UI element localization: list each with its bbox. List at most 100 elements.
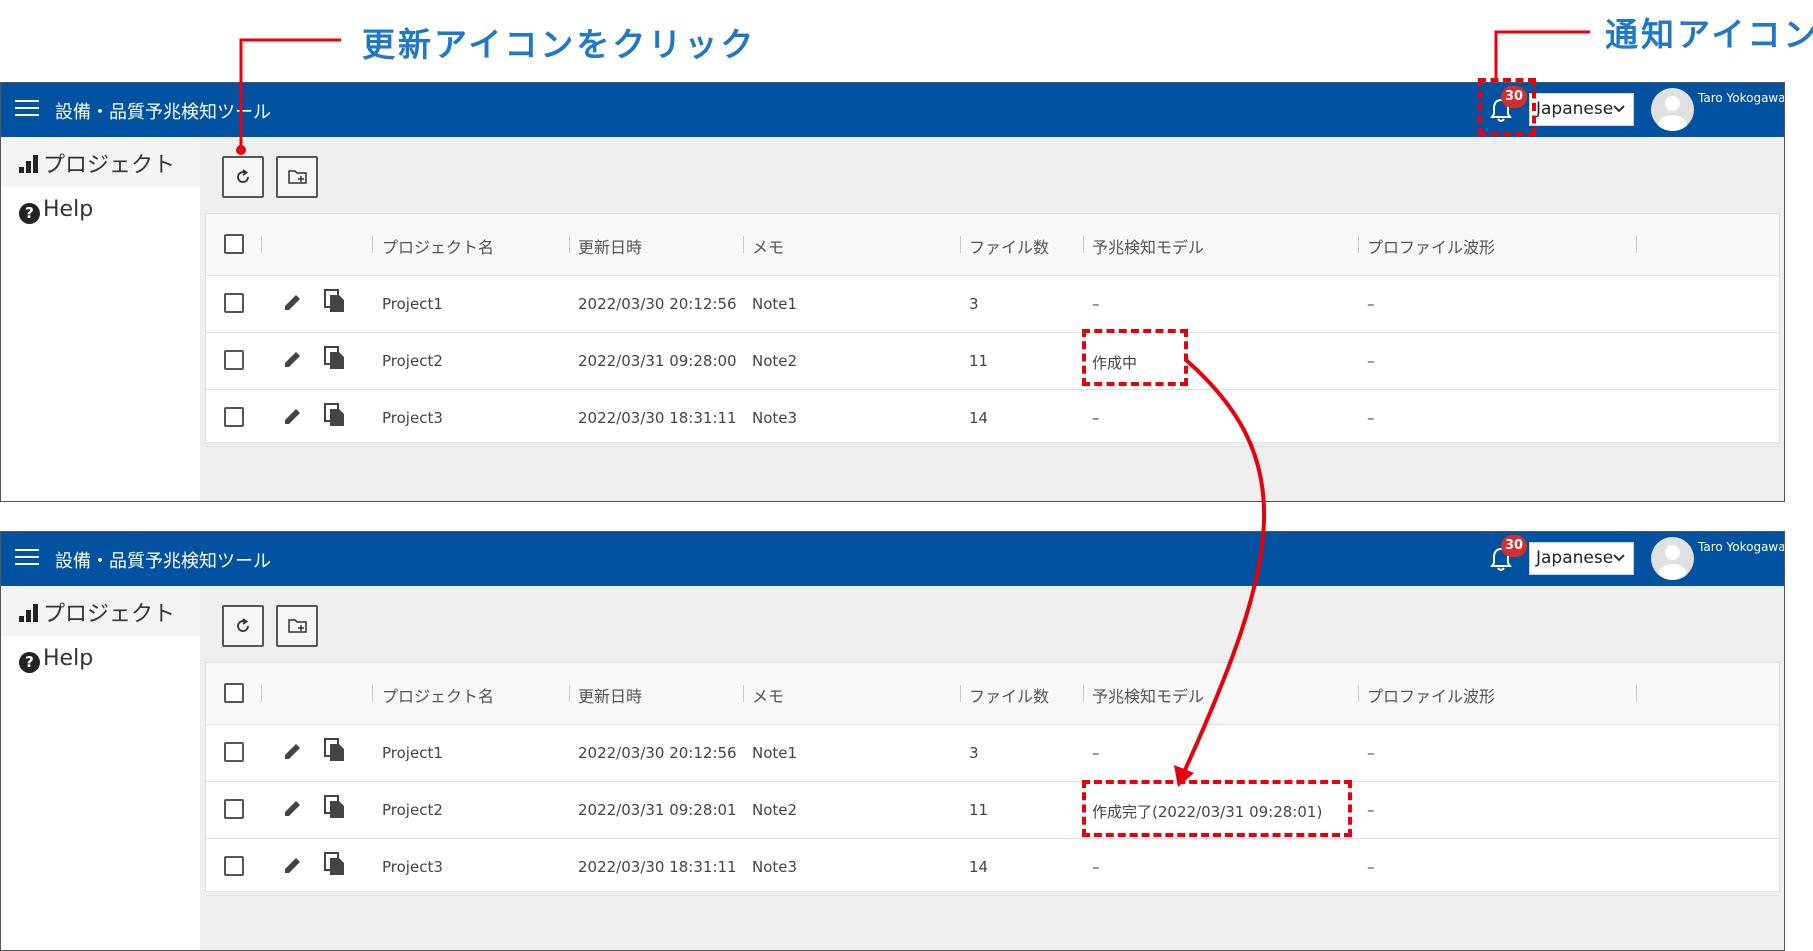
file-count: 11 xyxy=(969,801,989,819)
edit-pencil-icon[interactable] xyxy=(282,797,304,819)
edit-pencil-icon[interactable] xyxy=(282,348,304,370)
file-count: 3 xyxy=(969,295,979,313)
model-status: – xyxy=(1092,858,1100,876)
select-all-checkbox[interactable] xyxy=(224,234,244,254)
select-all-checkbox[interactable] xyxy=(224,683,244,703)
edit-pencil-icon[interactable] xyxy=(282,405,304,427)
signal-bars-icon xyxy=(19,155,41,173)
updated-at: 2022/03/30 20:12:56 xyxy=(578,744,737,762)
copy-icon[interactable] xyxy=(324,403,346,427)
help-icon: ? xyxy=(19,203,40,224)
table-header: プロジェクト名 更新日時 メモ ファイル数 予兆検知モデル プロファイル波形 xyxy=(206,214,1779,276)
refresh-icon xyxy=(237,618,249,632)
sidebar: プロジェクト ? Help xyxy=(1,586,200,950)
refresh-button[interactable] xyxy=(222,605,264,647)
file-count: 14 xyxy=(969,409,989,427)
profile-status: – xyxy=(1367,409,1375,427)
app-bar: 設備・品質予兆検知ツール 30 Japanese Taro Yokogawa xyxy=(1,532,1784,586)
memo: Note1 xyxy=(752,295,798,313)
sidebar-item-help[interactable]: ? Help xyxy=(1,187,200,237)
project-name[interactable]: Project3 xyxy=(382,409,443,427)
language-select[interactable]: Japanese xyxy=(1529,93,1634,126)
status-highlight-before xyxy=(1082,329,1188,386)
copy-icon[interactable] xyxy=(324,346,346,370)
updated-at: 2022/03/30 20:12:56 xyxy=(578,295,737,313)
file-count: 14 xyxy=(969,858,989,876)
row-checkbox[interactable] xyxy=(224,350,244,370)
projects-table: プロジェクト名 更新日時 メモ ファイル数 予兆検知モデル プロファイル波形 P… xyxy=(205,213,1780,447)
signal-bars-icon xyxy=(19,604,41,622)
avatar[interactable] xyxy=(1651,537,1694,580)
memo: Note2 xyxy=(752,801,798,819)
project-name[interactable]: Project2 xyxy=(382,801,443,819)
column-header: メモ xyxy=(752,238,785,257)
model-status: – xyxy=(1092,744,1100,762)
project-name[interactable]: Project2 xyxy=(382,352,443,370)
chevron-down-icon xyxy=(1613,554,1625,562)
language-select[interactable]: Japanese xyxy=(1529,542,1634,575)
notification-highlight-box xyxy=(1478,78,1536,136)
column-header: ファイル数 xyxy=(969,238,1050,257)
project-name[interactable]: Project3 xyxy=(382,858,443,876)
annotation-refresh-click: 更新アイコンをクリック xyxy=(362,25,757,64)
language-value: Japanese xyxy=(1536,548,1614,568)
file-count: 3 xyxy=(969,744,979,762)
model-status: – xyxy=(1092,295,1100,313)
copy-icon[interactable] xyxy=(324,795,346,819)
row-checkbox[interactable] xyxy=(224,856,244,876)
table-row[interactable]: Project1 2022/03/30 20:12:56 Note1 3 – – xyxy=(206,275,1779,333)
sidebar-item-label: プロジェクト xyxy=(43,602,176,627)
profile-status: – xyxy=(1367,295,1375,313)
memo: Note3 xyxy=(752,858,798,876)
memo: Note1 xyxy=(752,744,798,762)
sidebar-item-label: プロジェクト xyxy=(43,153,176,178)
sidebar-item-projects[interactable]: プロジェクト xyxy=(1,586,200,636)
updated-at: 2022/03/30 18:31:11 xyxy=(578,409,737,427)
profile-status: – xyxy=(1367,858,1375,876)
table-row[interactable]: Project2 2022/03/31 09:28:00 Note2 11 作成… xyxy=(206,332,1779,390)
annotation-notification-icon: 通知アイコン xyxy=(1605,15,1813,54)
updated-at: 2022/03/30 18:31:11 xyxy=(578,858,737,876)
hamburger-menu-icon[interactable] xyxy=(15,100,39,118)
edit-pencil-icon[interactable] xyxy=(282,854,304,876)
hamburger-menu-icon[interactable] xyxy=(15,549,39,567)
avatar[interactable] xyxy=(1651,88,1694,131)
table-row[interactable]: Project3 2022/03/30 18:31:11 Note3 14 – … xyxy=(206,838,1779,896)
language-value: Japanese xyxy=(1536,99,1614,119)
model-status: – xyxy=(1092,409,1100,427)
help-icon: ? xyxy=(19,652,40,673)
copy-icon[interactable] xyxy=(324,738,346,762)
row-checkbox[interactable] xyxy=(224,293,244,313)
copy-icon[interactable] xyxy=(324,289,346,313)
edit-pencil-icon[interactable] xyxy=(282,291,304,313)
table-row[interactable]: Project2 2022/03/31 09:28:01 Note2 11 作成… xyxy=(206,781,1779,839)
row-checkbox[interactable] xyxy=(224,407,244,427)
create-folder-button[interactable] xyxy=(276,156,318,198)
refresh-button[interactable] xyxy=(222,156,264,198)
project-name[interactable]: Project1 xyxy=(382,295,443,313)
sidebar-item-help[interactable]: ? Help xyxy=(1,636,200,686)
table-row[interactable]: Project1 2022/03/30 20:12:56 Note1 3 – – xyxy=(206,724,1779,782)
project-name[interactable]: Project1 xyxy=(382,744,443,762)
screen-before: 設備・品質予兆検知ツール 30 Japanese Taro Yokogawa プ… xyxy=(0,82,1785,502)
chevron-down-icon xyxy=(1613,105,1625,113)
sidebar-item-label: Help xyxy=(43,646,94,671)
column-header: 予兆検知モデル xyxy=(1092,687,1205,706)
row-checkbox[interactable] xyxy=(224,799,244,819)
status-highlight-after xyxy=(1082,780,1352,837)
copy-icon[interactable] xyxy=(324,852,346,876)
profile-status: – xyxy=(1367,352,1375,370)
column-header: メモ xyxy=(752,687,785,706)
user-name: Taro Yokogawa xyxy=(1698,91,1785,105)
row-checkbox[interactable] xyxy=(224,742,244,762)
edit-pencil-icon[interactable] xyxy=(282,740,304,762)
updated-at: 2022/03/31 09:28:00 xyxy=(578,352,737,370)
app-title: 設備・品質予兆検知ツール xyxy=(55,551,271,572)
table-row[interactable]: Project3 2022/03/30 18:31:11 Note3 14 – … xyxy=(206,389,1779,447)
memo: Note3 xyxy=(752,409,798,427)
column-header: 更新日時 xyxy=(578,687,643,706)
create-folder-button[interactable] xyxy=(276,605,318,647)
sidebar-item-projects[interactable]: プロジェクト xyxy=(1,137,200,187)
column-header: プロファイル波形 xyxy=(1367,687,1496,706)
file-count: 11 xyxy=(969,352,989,370)
